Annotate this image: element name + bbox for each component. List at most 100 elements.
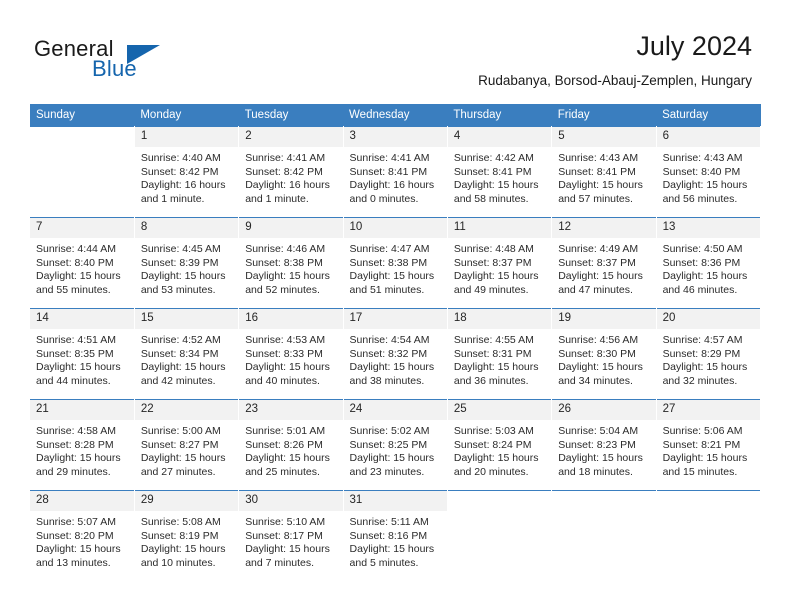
calendar-day-cell[interactable]: 10 Sunrise: 4:47 AM Sunset: 8:38 PM Dayligh…	[343, 217, 448, 309]
sunrise-text: Sunrise: 4:43 AM	[662, 152, 743, 164]
day-details: Sunrise: 5:07 AM Sunset: 8:20 PM Daylight:…	[30, 511, 134, 570]
sunset-text: Sunset: 8:28 PM	[36, 438, 114, 451]
day-details: Sunrise: 4:45 AM Sunset: 8:39 PM Daylight:…	[135, 238, 238, 297]
day-number: 5	[552, 127, 656, 147]
calendar-day-cell[interactable]: 28 Sunrise: 5:07 AM Sunset: 8:20 PM Dayligh…	[30, 490, 135, 581]
sunset-text: Sunset: 8:26 PM	[245, 438, 323, 451]
sunset-text: Sunset: 8:41 PM	[558, 165, 636, 178]
day-number: 15	[134, 309, 239, 329]
sunset-text: Sunset: 8:36 PM	[662, 256, 741, 269]
calendar-week-row: 21 Sunrise: 4:58 AM Sunset: 8:28 PM Dayligh…	[30, 399, 762, 491]
day-number: 8	[134, 218, 239, 238]
calendar-day-cell[interactable]: 21 Sunrise: 4:58 AM Sunset: 8:28 PM Dayligh…	[30, 399, 135, 491]
daylight-text: Daylight: 15 hours and 42 minutes.	[140, 361, 226, 387]
calendar-day-cell[interactable]: 12 Sunrise: 4:49 AM Sunset: 8:37 PM Dayligh…	[551, 217, 657, 309]
location-subtitle: Rudabanya, Borsod-Abauj-Zemplen, Hungary	[478, 73, 752, 88]
calendar-day-cell[interactable]: 27 Sunrise: 5:06 AM Sunset: 8:21 PM Dayligh…	[656, 399, 762, 491]
sunset-text: Sunset: 8:25 PM	[349, 438, 428, 451]
calendar-week-row: 7 Sunrise: 4:44 AM Sunset: 8:40 PM Daylight…	[30, 217, 762, 309]
calendar-day-cell[interactable]: 4 Sunrise: 4:42 AM Sunset: 8:41 PM Daylight…	[447, 126, 553, 218]
sunrise-text: Sunrise: 4:47 AM	[349, 243, 430, 255]
weekday-header-saturday: Saturday	[656, 104, 761, 127]
day-number: 21	[30, 400, 134, 420]
calendar-day-cell[interactable]: 22 Sunrise: 5:00 AM Sunset: 8:27 PM Dayligh…	[134, 399, 240, 491]
sunrise-text: Sunrise: 4:54 AM	[349, 334, 430, 346]
weekday-header-thursday: Thursday	[447, 104, 552, 127]
month-calendar: Sunday Monday Tuesday Wednesday Thursday…	[30, 104, 762, 581]
daylight-text: Daylight: 15 hours and 47 minutes.	[558, 270, 643, 296]
page-title: July 2024	[636, 31, 752, 61]
sunrise-text: Sunrise: 4:40 AM	[140, 152, 221, 164]
calendar-day-cell[interactable]: 18 Sunrise: 4:55 AM Sunset: 8:31 PM Dayligh…	[447, 308, 553, 400]
sunrise-text: Sunrise: 4:46 AM	[245, 243, 326, 255]
day-number: 7	[30, 218, 134, 238]
calendar-day-cell[interactable]: 23 Sunrise: 5:01 AM Sunset: 8:26 PM Dayligh…	[238, 399, 344, 491]
sunrise-text: Sunrise: 4:41 AM	[349, 152, 430, 164]
daylight-text: Daylight: 15 hours and 40 minutes.	[245, 361, 330, 387]
calendar-day-cell[interactable]: 14 Sunrise: 4:51 AM Sunset: 8:35 PM Dayligh…	[30, 308, 135, 400]
sunrise-text: Sunrise: 5:10 AM	[245, 516, 326, 528]
calendar-day-cell[interactable]: 15 Sunrise: 4:52 AM Sunset: 8:34 PM Dayligh…	[134, 308, 240, 400]
calendar-day-cell[interactable]: 9 Sunrise: 4:46 AM Sunset: 8:38 PM Daylight…	[238, 217, 344, 309]
sunrise-text: Sunrise: 4:55 AM	[453, 334, 534, 346]
weekday-header-tuesday: Tuesday	[238, 104, 344, 127]
day-details: Sunrise: 4:42 AM Sunset: 8:41 PM Daylight:…	[448, 147, 551, 206]
sunset-text: Sunset: 8:30 PM	[558, 347, 636, 360]
calendar-day-cell[interactable]: 24 Sunrise: 5:02 AM Sunset: 8:25 PM Dayligh…	[343, 399, 448, 491]
daylight-text: Daylight: 15 hours and 44 minutes.	[36, 361, 121, 387]
day-details: Sunrise: 4:57 AM Sunset: 8:29 PM Daylight:…	[657, 329, 760, 388]
calendar-day-cell[interactable]: 26 Sunrise: 5:04 AM Sunset: 8:23 PM Dayligh…	[551, 399, 657, 491]
day-details: Sunrise: 4:41 AM Sunset: 8:42 PM Daylight:…	[239, 147, 342, 206]
day-details: Sunrise: 5:08 AM Sunset: 8:19 PM Daylight:…	[135, 511, 238, 570]
brand-logo[interactable]: General Blue	[34, 36, 254, 84]
sunset-text: Sunset: 8:41 PM	[349, 165, 428, 178]
calendar-day-cell[interactable]: 3 Sunrise: 4:41 AM Sunset: 8:41 PM Daylight…	[343, 126, 448, 218]
calendar-day-cell[interactable]: 17 Sunrise: 4:54 AM Sunset: 8:32 PM Dayligh…	[343, 308, 448, 400]
calendar-cell-empty	[447, 490, 553, 581]
calendar-day-cell[interactable]: 1 Sunrise: 4:40 AM Sunset: 8:42 PM Daylight…	[134, 126, 240, 218]
calendar-day-cell[interactable]: 29 Sunrise: 5:08 AM Sunset: 8:19 PM Dayligh…	[134, 490, 240, 581]
daylight-text: Daylight: 15 hours and 56 minutes.	[662, 179, 748, 205]
day-details: Sunrise: 4:53 AM Sunset: 8:33 PM Daylight:…	[239, 329, 342, 388]
calendar-day-cell[interactable]: 7 Sunrise: 4:44 AM Sunset: 8:40 PM Daylight…	[30, 217, 135, 309]
brand-name-blue: Blue	[92, 56, 137, 81]
sunrise-text: Sunrise: 5:06 AM	[662, 425, 743, 437]
calendar-day-cell[interactable]: 16 Sunrise: 4:53 AM Sunset: 8:33 PM Dayligh…	[238, 308, 344, 400]
day-details: Sunrise: 4:41 AM Sunset: 8:41 PM Daylight:…	[344, 147, 447, 206]
calendar-day-cell[interactable]: 20 Sunrise: 4:57 AM Sunset: 8:29 PM Dayligh…	[656, 308, 762, 400]
sunrise-text: Sunrise: 5:07 AM	[36, 516, 116, 528]
weekday-header-monday: Monday	[134, 104, 239, 127]
sunrise-text: Sunrise: 5:04 AM	[558, 425, 639, 437]
day-details: Sunrise: 4:50 AM Sunset: 8:36 PM Daylight:…	[657, 238, 760, 297]
day-number: 20	[656, 309, 760, 329]
page-header: General Blue July 2024 Rudabanya, Borsod…	[0, 0, 792, 102]
calendar-day-cell[interactable]: 25 Sunrise: 5:03 AM Sunset: 8:24 PM Dayligh…	[447, 399, 553, 491]
daylight-text: Daylight: 15 hours and 23 minutes.	[349, 452, 435, 478]
calendar-day-cell[interactable]: 5 Sunrise: 4:43 AM Sunset: 8:41 PM Daylight…	[551, 126, 657, 218]
calendar-day-cell[interactable]: 30 Sunrise: 5:10 AM Sunset: 8:17 PM Dayligh…	[238, 490, 344, 581]
calendar-day-cell[interactable]: 2 Sunrise: 4:41 AM Sunset: 8:42 PM Daylight…	[238, 126, 344, 218]
calendar-week-row: 28 Sunrise: 5:07 AM Sunset: 8:20 PM Dayligh…	[30, 490, 762, 581]
day-number: 29	[134, 491, 239, 511]
daylight-text: Daylight: 16 hours and 0 minutes.	[349, 179, 435, 205]
daylight-text: Daylight: 15 hours and 46 minutes.	[662, 270, 748, 296]
daylight-text: Daylight: 15 hours and 32 minutes.	[662, 361, 748, 387]
calendar-day-cell[interactable]: 6 Sunrise: 4:43 AM Sunset: 8:40 PM Daylight…	[656, 126, 762, 218]
day-details: Sunrise: 4:54 AM Sunset: 8:32 PM Daylight:…	[344, 329, 447, 388]
sunrise-text: Sunrise: 4:56 AM	[558, 334, 639, 346]
sunset-text: Sunset: 8:35 PM	[36, 347, 114, 360]
daylight-text: Daylight: 15 hours and 52 minutes.	[245, 270, 330, 296]
weekday-header-sunday: Sunday	[30, 104, 135, 127]
day-number: 24	[343, 400, 447, 420]
sunset-text: Sunset: 8:32 PM	[349, 347, 428, 360]
calendar-day-cell[interactable]: 13 Sunrise: 4:50 AM Sunset: 8:36 PM Dayligh…	[656, 217, 762, 309]
calendar-week-row: 14 Sunrise: 4:51 AM Sunset: 8:35 PM Dayligh…	[30, 308, 762, 400]
calendar-day-cell[interactable]: 8 Sunrise: 4:45 AM Sunset: 8:39 PM Daylight…	[134, 217, 240, 309]
weekday-header-friday: Friday	[551, 104, 657, 127]
day-number: 12	[552, 218, 656, 238]
calendar-day-cell[interactable]: 11 Sunrise: 4:48 AM Sunset: 8:37 PM Dayligh…	[447, 217, 553, 309]
sunrise-text: Sunrise: 4:43 AM	[558, 152, 639, 164]
day-details: Sunrise: 5:04 AM Sunset: 8:23 PM Daylight:…	[552, 420, 655, 479]
calendar-day-cell[interactable]: 31 Sunrise: 5:11 AM Sunset: 8:16 PM Dayligh…	[343, 490, 448, 581]
calendar-day-cell[interactable]: 19 Sunrise: 4:56 AM Sunset: 8:30 PM Dayligh…	[551, 308, 657, 400]
